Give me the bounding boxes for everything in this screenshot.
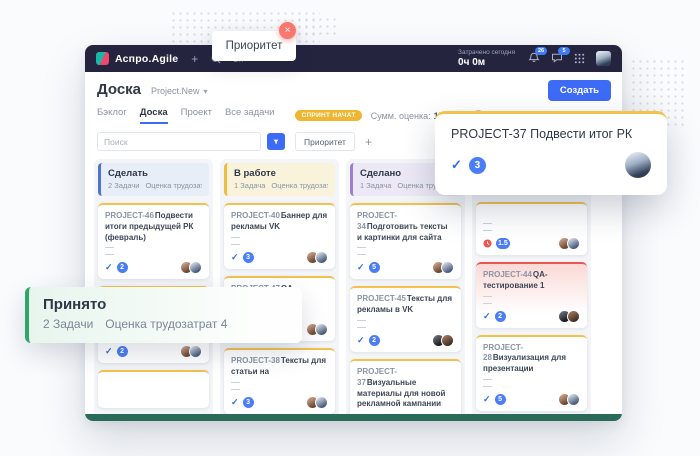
column-header: Сделать 2 ЗадачиОценка трудозатрат 4 (98, 163, 209, 196)
sprint-status-badge: СПРИНТ НАЧАТ (295, 110, 361, 121)
check-icon: ✓ (451, 157, 462, 173)
grid-icon (574, 53, 585, 64)
task-card[interactable]: PROJECT-34Подготовить тексты и картинки … (350, 203, 461, 279)
points-badge: 2 (369, 335, 380, 346)
avatar (567, 237, 580, 250)
project-name: Project.New (151, 86, 200, 96)
task-card[interactable]: PROJECT-45Тексты для рекламы в VK ✓2 (350, 286, 461, 352)
points-badge: 2 (495, 311, 506, 322)
tab-backlog[interactable]: Бэклог (97, 107, 127, 124)
task-card[interactable]: 1.5 (476, 202, 587, 255)
avatar (315, 251, 328, 264)
accepted-tasks: 2 Задачи (43, 317, 93, 331)
user-avatar[interactable] (596, 51, 611, 66)
task-card[interactable]: PROJECT-28Визуализация для презентации ✓… (476, 335, 587, 411)
check-icon: ✓ (105, 347, 113, 356)
tab-board[interactable]: Доска (140, 107, 168, 124)
points-badge: 3 (243, 397, 254, 408)
chevron-down-icon: ▾ (204, 87, 208, 96)
tooltip-close-button[interactable]: × (279, 22, 296, 39)
dots-decoration (296, 16, 340, 36)
avatar (567, 393, 580, 406)
page-title: Доска (97, 81, 141, 98)
funnel-icon (273, 138, 279, 146)
task-card[interactable]: PROJECT-38Тексты для статьи на ✓3 (224, 348, 335, 414)
avatar (315, 396, 328, 409)
app-logo-icon (96, 52, 109, 65)
filter-chip-priority[interactable]: Приоритет (295, 132, 355, 151)
check-icon: ✓ (105, 263, 113, 272)
accepted-column-popup: Принято 2 Задачи Оценка трудозатрат 4 (25, 287, 302, 343)
description-icon (105, 247, 114, 255)
tab-all-tasks[interactable]: Все задачи (225, 107, 275, 124)
task-card[interactable]: PROJECT-40Баннер для рекламы VK ✓3 (224, 203, 335, 269)
app-header: Аспро.Agile + Сп Затрачено сегодня 0ч 0м… (85, 45, 622, 72)
points-badge: 2 (117, 262, 128, 273)
filter-button[interactable] (267, 133, 285, 150)
check-icon: ✓ (231, 398, 239, 407)
app-window: Аспро.Agile + Сп Затрачено сегодня 0ч 0м… (85, 45, 622, 421)
description-icon (483, 223, 492, 231)
time-value: 0ч 0м (458, 57, 515, 68)
notifications-button[interactable]: 26 (528, 52, 540, 64)
deadline-clock-icon (483, 239, 492, 248)
messages-button[interactable]: 5 (551, 52, 563, 64)
avatar (189, 345, 202, 358)
accepted-title: Принято (43, 296, 288, 313)
search-input[interactable] (97, 132, 261, 151)
avatar (567, 310, 580, 323)
accepted-estimate: Оценка трудозатрат 4 (105, 317, 227, 331)
check-icon: ✓ (483, 312, 491, 321)
add-icon[interactable]: + (191, 53, 198, 65)
tab-project[interactable]: Проект (181, 107, 212, 124)
summary-label: Сумм. оценка: (371, 111, 431, 121)
points-badge: 3 (243, 252, 254, 263)
column-accepted: 1.5 PROJECT-44QA-тестирование 1 ✓2 PROJE… (472, 159, 591, 421)
task-card-popup[interactable]: PROJECT-37 Подвести итог РК ✓ 3 (435, 111, 667, 195)
avatar (441, 334, 454, 347)
notifications-badge: 26 (535, 47, 547, 55)
points-badge: 3 (469, 157, 486, 174)
points-badge: 2 (117, 346, 128, 357)
points-badge: 5 (495, 394, 506, 405)
popup-card-title: PROJECT-37 Подвести итог РК (451, 127, 651, 141)
task-card[interactable]: PROJECT-37Визуальные материалы для новой… (350, 359, 461, 421)
check-icon: ✓ (483, 395, 491, 404)
avatar (315, 323, 328, 336)
task-card[interactable]: PROJECT-46Подвести итоги предыдущей РК (… (98, 203, 209, 279)
time-tracker: Затрачено сегодня 0ч 0м (458, 49, 515, 67)
description-icon (231, 237, 240, 245)
check-icon: ✓ (357, 336, 365, 345)
column-header: В работе 1 ЗадачаОценка трудозатрат 3 (224, 163, 335, 196)
column-done: Сделано 1 ЗадачаОценка трудозатрат PROJE… (346, 159, 465, 421)
window-bottom-bar (85, 414, 622, 421)
board-header: Доска Project.New ▾ (85, 72, 622, 98)
create-button[interactable]: Создать (548, 80, 611, 101)
add-filter-button[interactable]: + (365, 135, 372, 149)
app-name: Аспро.Agile (115, 53, 178, 65)
avatar (189, 261, 202, 274)
task-card[interactable] (98, 370, 209, 408)
check-icon: ✓ (231, 253, 239, 262)
description-icon (357, 320, 366, 328)
apps-grid-button[interactable] (574, 53, 585, 64)
check-icon: ✓ (357, 263, 365, 272)
avatar (441, 261, 454, 274)
messages-badge: 5 (558, 47, 570, 55)
description-icon (231, 382, 240, 390)
task-card[interactable]: PROJECT-44QA-тестирование 1 ✓2 (476, 262, 587, 328)
avatar (625, 152, 651, 178)
description-icon (483, 379, 492, 387)
points-badge: 1.5 (496, 238, 510, 249)
description-icon (483, 296, 492, 304)
time-label: Затрачено сегодня (458, 49, 515, 56)
points-badge: 5 (369, 262, 380, 273)
project-selector[interactable]: Project.New ▾ (151, 86, 208, 96)
description-icon (357, 247, 366, 255)
